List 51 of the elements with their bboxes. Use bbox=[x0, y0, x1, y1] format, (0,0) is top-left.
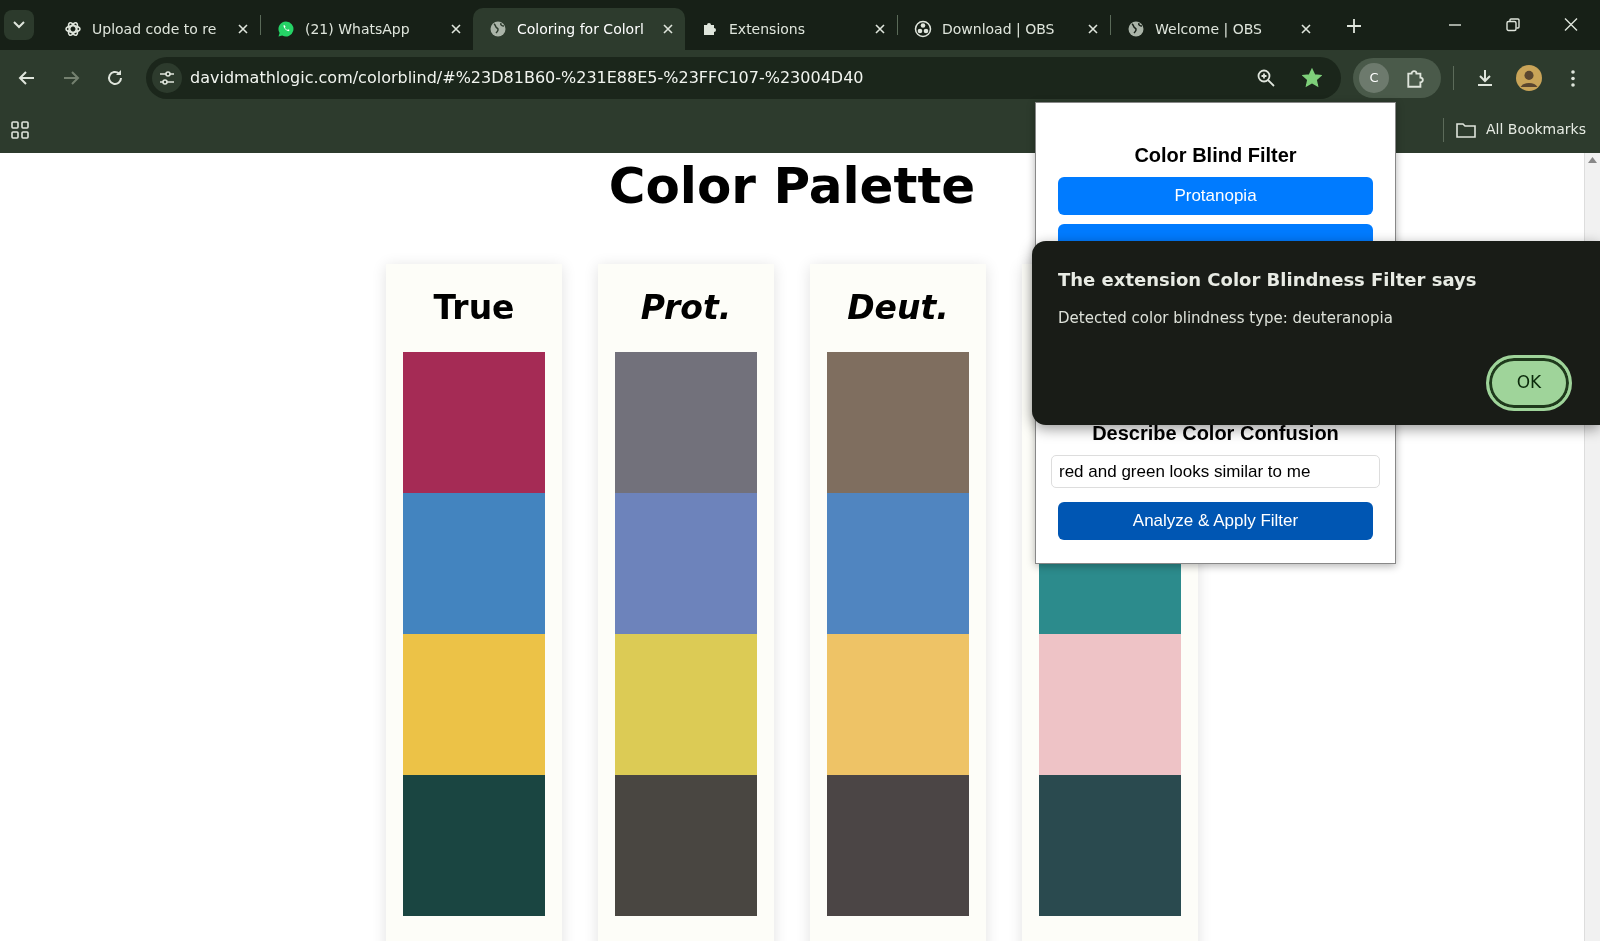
page-title: Color Palette bbox=[608, 159, 976, 214]
globe-icon bbox=[489, 20, 507, 38]
browser-tab[interactable]: (21) WhatsApp bbox=[261, 8, 473, 50]
grid-icon bbox=[11, 120, 29, 139]
reload-icon bbox=[105, 68, 125, 88]
close-icon[interactable] bbox=[875, 24, 885, 34]
browser-tab[interactable]: Extensions bbox=[685, 8, 897, 50]
minimize-icon bbox=[1448, 24, 1462, 26]
dialog-message: Detected color blindness type: deuteranopia bbox=[1058, 307, 1394, 329]
folder-icon bbox=[1455, 121, 1476, 138]
avatar-icon bbox=[1516, 65, 1542, 91]
scroll-up-icon[interactable] bbox=[1588, 157, 1597, 163]
close-icon[interactable] bbox=[451, 24, 461, 34]
chat-bubble-icon bbox=[277, 20, 295, 38]
circle-logo-icon bbox=[914, 20, 932, 38]
close-icon[interactable] bbox=[1088, 24, 1098, 34]
restore-icon bbox=[1506, 18, 1520, 32]
browser-tab[interactable]: Welcome | OBS bbox=[1111, 8, 1323, 50]
site-info-button[interactable] bbox=[152, 63, 182, 93]
bookmark-folder[interactable]: All Bookmarks bbox=[1449, 115, 1592, 144]
palette-label: True bbox=[433, 287, 515, 330]
palette-label: Deut. bbox=[847, 287, 949, 330]
chevron-down-icon bbox=[13, 21, 25, 29]
close-icon[interactable] bbox=[1301, 24, 1311, 34]
sliders-icon bbox=[159, 70, 175, 86]
zoom-icon bbox=[1256, 68, 1276, 88]
browser-tab[interactable]: Coloring for Colorl bbox=[473, 8, 685, 50]
globe-icon bbox=[1127, 20, 1145, 38]
puzzle-icon bbox=[1405, 67, 1427, 89]
star-icon bbox=[1302, 68, 1322, 88]
dialog-title: The extension Color Blindness Filter says bbox=[1058, 269, 1478, 291]
section-title: Describe Color Confusion bbox=[1092, 421, 1339, 445]
knot-icon bbox=[64, 20, 82, 38]
extension-button[interactable]: C bbox=[1359, 63, 1389, 93]
popup-title: Color Blind Filter bbox=[1134, 143, 1297, 167]
address-bar[interactable]: davidmathlogic.com/colorblind/#%23D81B60-%231E88E5-%23FFC107-%23004D40 bbox=[146, 57, 1341, 99]
browser-tab[interactable]: Upload code to re bbox=[48, 8, 260, 50]
apply-filter-button[interactable]: Analyze & Apply Filter bbox=[1058, 502, 1373, 540]
close-icon[interactable] bbox=[238, 24, 248, 34]
close-icon bbox=[1564, 18, 1578, 32]
puzzle-icon bbox=[701, 20, 719, 38]
close-icon[interactable] bbox=[663, 24, 673, 34]
palette-label: Prot. bbox=[640, 287, 732, 330]
browser-tab[interactable]: Download | OBS bbox=[898, 8, 1110, 50]
download-icon bbox=[1475, 68, 1495, 88]
kebab-menu-icon bbox=[1571, 69, 1575, 87]
plus-icon bbox=[1347, 19, 1361, 33]
tab-search-button[interactable] bbox=[4, 10, 34, 40]
filter-button[interactable]: Protanopia bbox=[1058, 177, 1373, 215]
ok-button[interactable]: OK bbox=[1486, 355, 1572, 412]
text-input[interactable]: red and green looks similar to me bbox=[1051, 455, 1380, 488]
